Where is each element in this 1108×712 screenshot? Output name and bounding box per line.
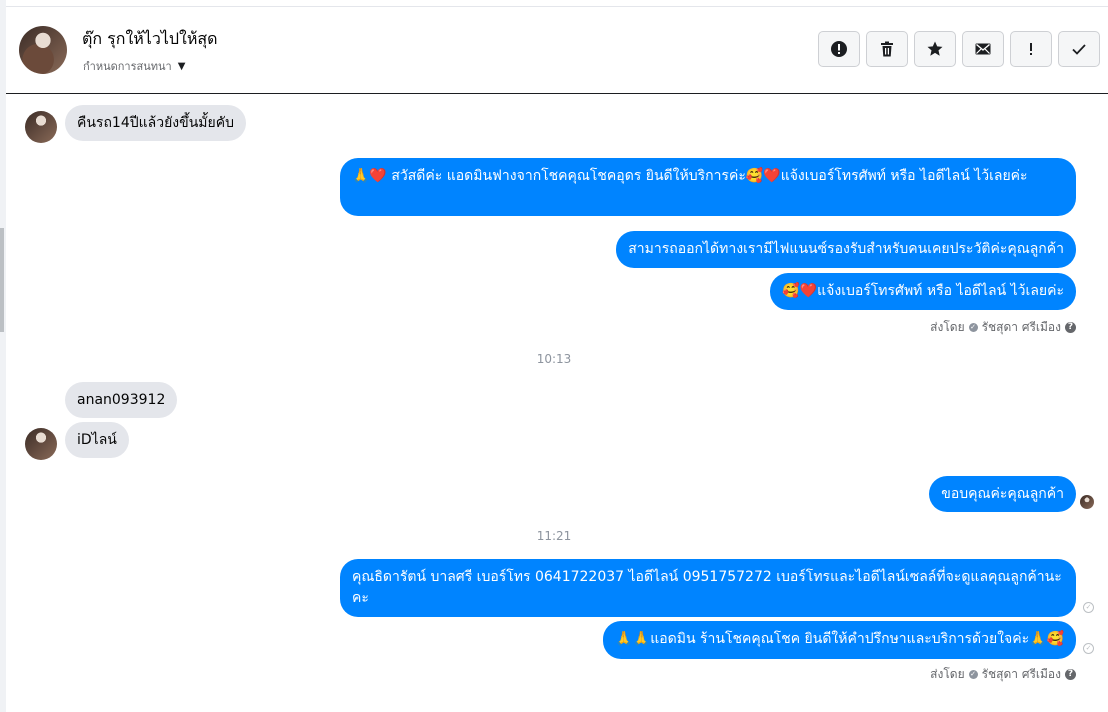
- scrollbar-thumb[interactable]: [0, 228, 4, 332]
- outgoing-message: สามารถออกได้ทางเรามีไฟแนนซ์รองรับสำหรับค…: [616, 231, 1076, 268]
- conversation-header: ตุ๊ก รุกให้ไวไปให้สุด กำหนดการสนทนา ▼: [6, 7, 1108, 94]
- follow-up-button[interactable]: [1010, 31, 1052, 67]
- outgoing-message: 🙏❤️ สวัสดีค่ะ แอดมินฟางจากโชคคุณโชคอุดร …: [340, 158, 1076, 216]
- timestamp: 11:21: [536, 529, 572, 543]
- help-icon[interactable]: ?: [1065, 322, 1076, 333]
- mail-icon: [975, 43, 991, 55]
- star-button[interactable]: [914, 31, 956, 67]
- contact-avatar-small[interactable]: [25, 111, 57, 143]
- sender-name: รัชสุดา ศรีเมือง: [981, 667, 1061, 681]
- header-actions: [818, 31, 1100, 67]
- help-icon[interactable]: ?: [1065, 669, 1076, 680]
- delivered-icon: ✓: [1083, 602, 1094, 613]
- outgoing-message: 🥰❤️แจ้งเบอร์โทรศัพท์ หรือ ไอดีไลน์ ไว้เล…: [770, 273, 1076, 310]
- exclamation-icon: [1030, 43, 1032, 55]
- seen-avatar: [1080, 495, 1094, 509]
- conversation-settings-label: กำหนดการสนทนา: [83, 60, 172, 73]
- timestamp: 10:13: [536, 352, 572, 366]
- mark-spam-button[interactable]: [818, 31, 860, 67]
- conversation-settings-dropdown[interactable]: กำหนดการสนทนา ▼: [83, 57, 185, 75]
- sender-name: รัชสุดา ศรีเมือง: [981, 320, 1061, 334]
- delivered-icon: ✓: [1083, 643, 1094, 654]
- check-icon: [1072, 44, 1086, 55]
- sent-by-label: ส่งโดย: [930, 320, 965, 334]
- check-circle-icon: ✓: [968, 323, 978, 332]
- check-circle-icon: ✓: [968, 670, 978, 679]
- incoming-message: iDไลน์: [65, 422, 129, 458]
- mark-done-button[interactable]: [1058, 31, 1100, 67]
- outgoing-message: คุณธิดารัตน์ บาลศรี เบอร์โทร 0641722037 …: [340, 559, 1076, 617]
- delete-button[interactable]: [866, 31, 908, 67]
- outgoing-message: ขอบคุณค่ะคุณลูกค้า: [929, 476, 1076, 512]
- incoming-message: anan093912: [65, 382, 178, 418]
- mark-unread-button[interactable]: [962, 31, 1004, 67]
- trash-icon: [881, 41, 893, 57]
- alert-icon: [831, 41, 847, 57]
- sent-by-info: ส่งโดย ✓ รัชสุดา ศรีเมือง ?: [930, 665, 1076, 684]
- sent-by-info: ส่งโดย ✓ รัชสุดา ศรีเมือง ?: [930, 318, 1076, 337]
- sent-by-label: ส่งโดย: [930, 667, 965, 681]
- incoming-message: คืนรถ14ปีแล้วยังขึ้นมั้ยคับ: [65, 105, 246, 141]
- contact-name[interactable]: ตุ๊ก รุกให้ไวไปให้สุด: [82, 27, 218, 52]
- caret-down-icon: ▼: [177, 60, 186, 72]
- star-icon: [927, 41, 943, 56]
- outgoing-message: 🙏🙏แอดมิน ร้านโชคคุณโชค ยินดีให้คำปรึกษาแ…: [603, 621, 1076, 659]
- contact-avatar[interactable]: [19, 26, 67, 74]
- contact-avatar-small[interactable]: [25, 428, 57, 460]
